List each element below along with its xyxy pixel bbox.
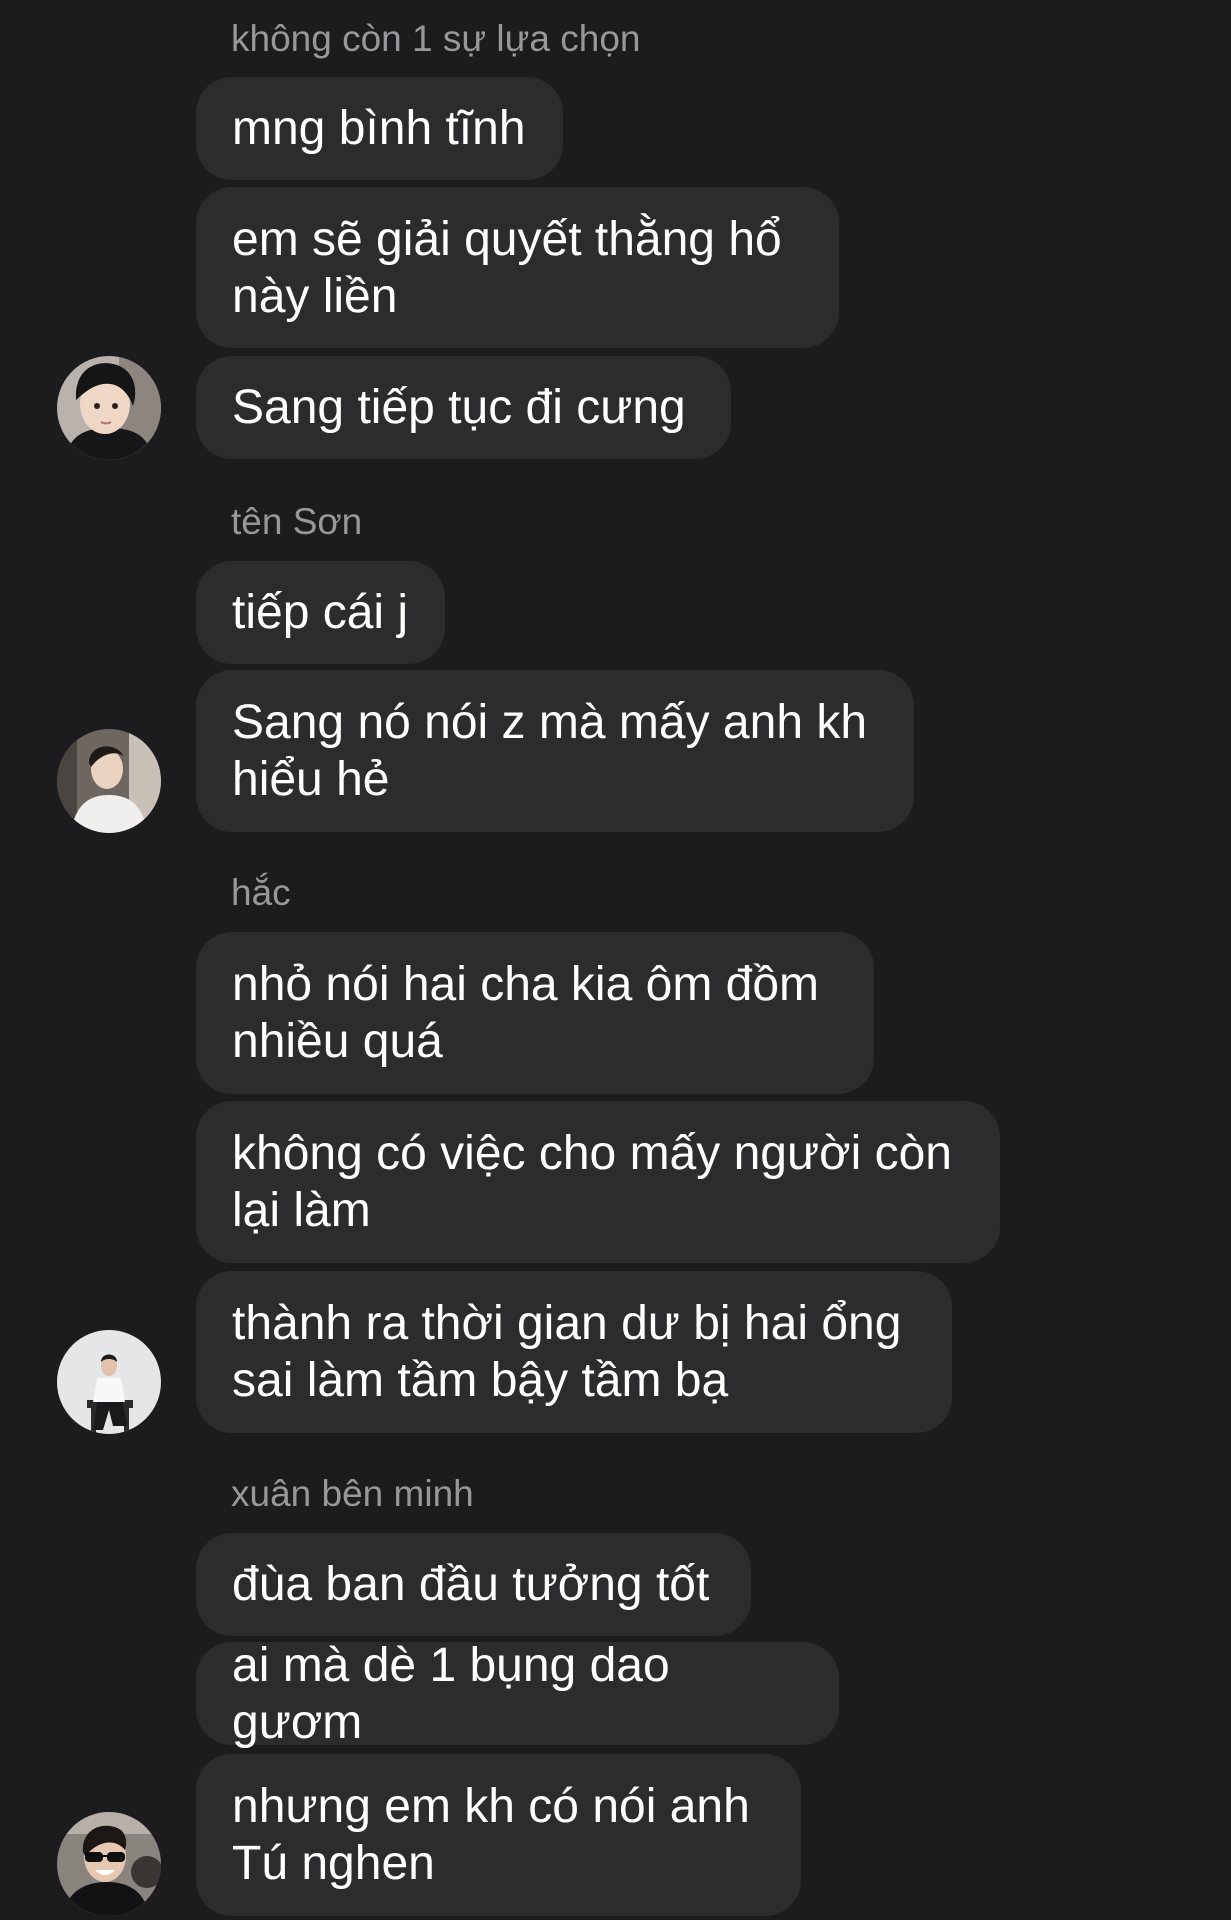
message-bubble[interactable]: nhỏ nói hai cha kia ôm đồm nhiều quá <box>196 932 874 1094</box>
message-bubble[interactable]: mng bình tĩnh <box>196 77 563 180</box>
message-bubble[interactable]: tiếp cái j <box>196 561 445 664</box>
message-text: không có việc cho mấy người còn lại làm <box>232 1127 952 1237</box>
message-text: Sang nó nói z mà mấy anh kh hiểu hẻ <box>232 696 868 806</box>
user-avatar-photo[interactable] <box>57 1330 161 1434</box>
message-text: thành ra thời gian dư bị hai ổng sai làm… <box>232 1297 902 1407</box>
message-text: mng bình tĩnh <box>232 102 526 155</box>
message-text: em sẽ giải quyết thằng hổ này liền <box>232 212 782 323</box>
user-avatar-photo[interactable] <box>57 1812 161 1916</box>
message-text: nhỏ nói hai cha kia ôm đồm nhiều quá <box>232 958 820 1068</box>
sender-name[interactable]: hắc <box>231 872 291 915</box>
message-bubble[interactable]: Sang nó nói z mà mấy anh kh hiểu hẻ <box>196 670 914 832</box>
message-bubble[interactable]: em sẽ giải quyết thằng hổ này liền <box>196 187 839 348</box>
message-bubble[interactable]: thành ra thời gian dư bị hai ổng sai làm… <box>196 1271 952 1433</box>
sender-name[interactable]: tên Sơn <box>231 501 362 544</box>
message-bubble[interactable]: không có việc cho mấy người còn lại làm <box>196 1101 1000 1263</box>
message-bubble[interactable]: ai mà dè 1 bụng dao gươm <box>196 1639 839 1749</box>
message-text: đùa ban đầu tưởng tốt <box>232 1558 710 1611</box>
sender-name[interactable]: xuân bên minh <box>231 1473 474 1516</box>
user-avatar-photo[interactable] <box>57 729 161 833</box>
user-avatar-photo[interactable] <box>57 356 161 460</box>
message-text: ai mà dè 1 bụng dao gươm <box>232 1638 670 1749</box>
message-text: Sang tiếp tục đi cưng <box>232 381 686 434</box>
message-text: tiếp cái j <box>232 586 409 639</box>
message-bubble[interactable]: nhưng em kh có nói anh Tú nghen <box>196 1754 801 1916</box>
message-bubble[interactable]: Sang tiếp tục đi cưng <box>196 356 731 459</box>
sender-name[interactable]: không còn 1 sự lựa chọn <box>231 18 641 61</box>
message-bubble[interactable]: đùa ban đầu tưởng tốt <box>196 1533 751 1636</box>
message-text: nhưng em kh có nói anh Tú nghen <box>232 1780 750 1890</box>
